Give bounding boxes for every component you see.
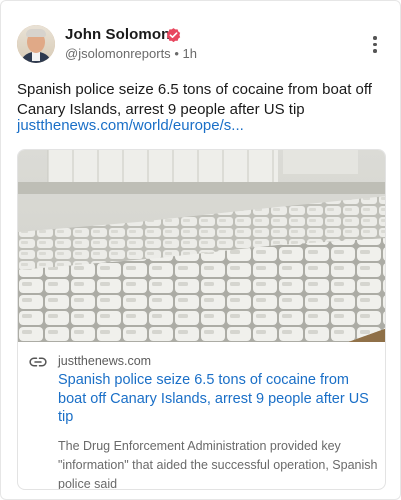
link-card-description: The Drug Enforcement Administration prov… <box>58 439 378 490</box>
author-handle[interactable]: @jsolomonreports <box>65 46 171 61</box>
post-text: Spanish police seize 6.5 tons of cocaine… <box>17 81 372 118</box>
link-card-domain: justthenews.com <box>58 354 152 368</box>
author-name[interactable]: John Solomon <box>65 26 170 43</box>
more-vertical-icon[interactable] <box>369 34 381 54</box>
link-preview-card[interactable]: justthenews.com Spanish police seize 6.5… <box>17 149 386 490</box>
post-time: 1h <box>182 46 197 61</box>
author-handle-row: @jsolomonreports • 1h <box>65 46 197 61</box>
verified-badge-icon <box>166 28 181 43</box>
link-preview-image <box>18 150 385 342</box>
post-link[interactable]: justthenews.com/world/europe/s... <box>17 116 244 136</box>
link-card-title[interactable]: Spanish police seize 6.5 tons of cocaine… <box>58 371 380 427</box>
post-card: John Solomon @jsolomonreports • 1h Spani… <box>0 0 401 500</box>
separator-dot: • <box>174 46 179 61</box>
avatar[interactable] <box>17 25 55 63</box>
link-icon <box>29 357 47 367</box>
